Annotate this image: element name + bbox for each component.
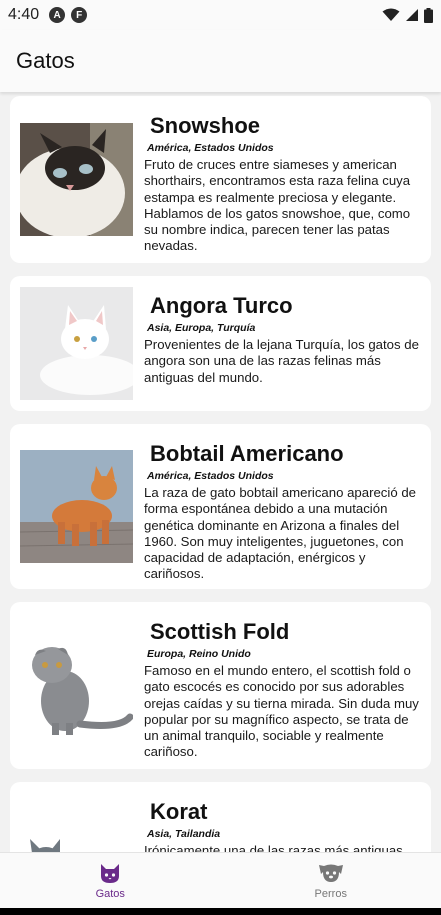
dog-icon xyxy=(318,864,343,882)
cat-list[interactable]: Snowshoe América, Estados Unidos Fruto d… xyxy=(0,92,441,852)
battery-icon xyxy=(424,7,433,23)
cat-image xyxy=(20,107,133,252)
breed-origin: Asia, Europa, Turquía xyxy=(147,322,256,334)
breed-name: Angora Turco xyxy=(150,293,293,318)
tab-gatos[interactable]: Gatos xyxy=(0,853,221,908)
cat-icon xyxy=(101,863,120,883)
notification-a-icon: A xyxy=(49,7,66,23)
breed-origin: América, Estados Unidos xyxy=(147,470,274,482)
notification-f-icon: F xyxy=(71,7,88,23)
cat-card[interactable]: Snowshoe América, Estados Unidos Fruto d… xyxy=(10,96,431,263)
cat-card[interactable]: Scottish Fold Europa, Reino Unido Famoso… xyxy=(10,602,431,769)
cat-card[interactable]: Korat Asia, Tailandia Irónicamente una d… xyxy=(10,782,431,852)
breed-name: Bobtail Americano xyxy=(150,441,344,466)
page-title: Gatos xyxy=(16,48,75,73)
breed-description: Provenientes de la lejana Turquía, los g… xyxy=(144,337,419,385)
cat-image xyxy=(20,613,133,758)
breed-name: Scottish Fold xyxy=(150,619,290,644)
breed-origin: América, Estados Unidos xyxy=(147,142,274,154)
breed-description: Famoso en el mundo entero, el scottish f… xyxy=(144,663,419,760)
breed-name: Korat xyxy=(150,799,208,824)
cat-image xyxy=(20,287,133,400)
wifi-icon xyxy=(382,8,400,21)
cat-card[interactable]: Bobtail Americano América, Estados Unido… xyxy=(10,424,431,589)
tab-label: Perros xyxy=(314,887,347,900)
app-bar: Gatos xyxy=(0,30,441,92)
status-time: 4:40 xyxy=(8,6,40,23)
cat-card[interactable]: Angora Turco Asia, Europa, Turquía Prove… xyxy=(10,276,431,411)
breed-origin: Europa, Reino Unido xyxy=(147,648,251,660)
cat-image xyxy=(20,793,133,852)
bottom-navigation: Gatos Perros xyxy=(0,852,441,908)
breed-name: Snowshoe xyxy=(150,113,261,138)
cat-image xyxy=(20,435,133,578)
breed-description: Irónicamente una de las razas más antigu… xyxy=(144,843,403,852)
breed-description: Fruto de cruces entre siameses y america… xyxy=(144,157,411,254)
breed-description: La raza de gato bobtail americano aparec… xyxy=(144,485,416,582)
status-bar: 4:40 A F xyxy=(0,0,441,30)
signal-icon xyxy=(406,9,418,21)
breed-origin: Asia, Tailandia xyxy=(147,828,221,840)
tab-perros[interactable]: Perros xyxy=(221,853,441,908)
system-nav-bar xyxy=(0,908,441,915)
tab-label: Gatos xyxy=(95,887,125,900)
